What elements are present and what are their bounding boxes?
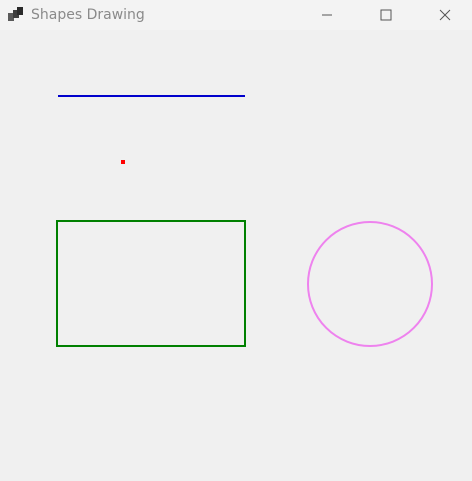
maximize-icon — [380, 9, 392, 21]
close-icon — [439, 9, 451, 21]
drawing-canvas[interactable] — [0, 30, 472, 481]
maximize-button[interactable] — [363, 0, 409, 30]
green-rectangle-shape — [56, 220, 246, 347]
title-bar[interactable]: Shapes Drawing — [0, 0, 472, 30]
violet-circle-shape — [307, 221, 433, 347]
close-button[interactable] — [422, 0, 468, 30]
minimize-button[interactable] — [304, 0, 350, 30]
app-window-icon — [8, 7, 23, 21]
red-point-shape — [121, 160, 125, 164]
window-title: Shapes Drawing — [31, 7, 145, 23]
minimize-icon — [322, 14, 332, 16]
app-window: Shapes Drawing — [0, 0, 472, 481]
